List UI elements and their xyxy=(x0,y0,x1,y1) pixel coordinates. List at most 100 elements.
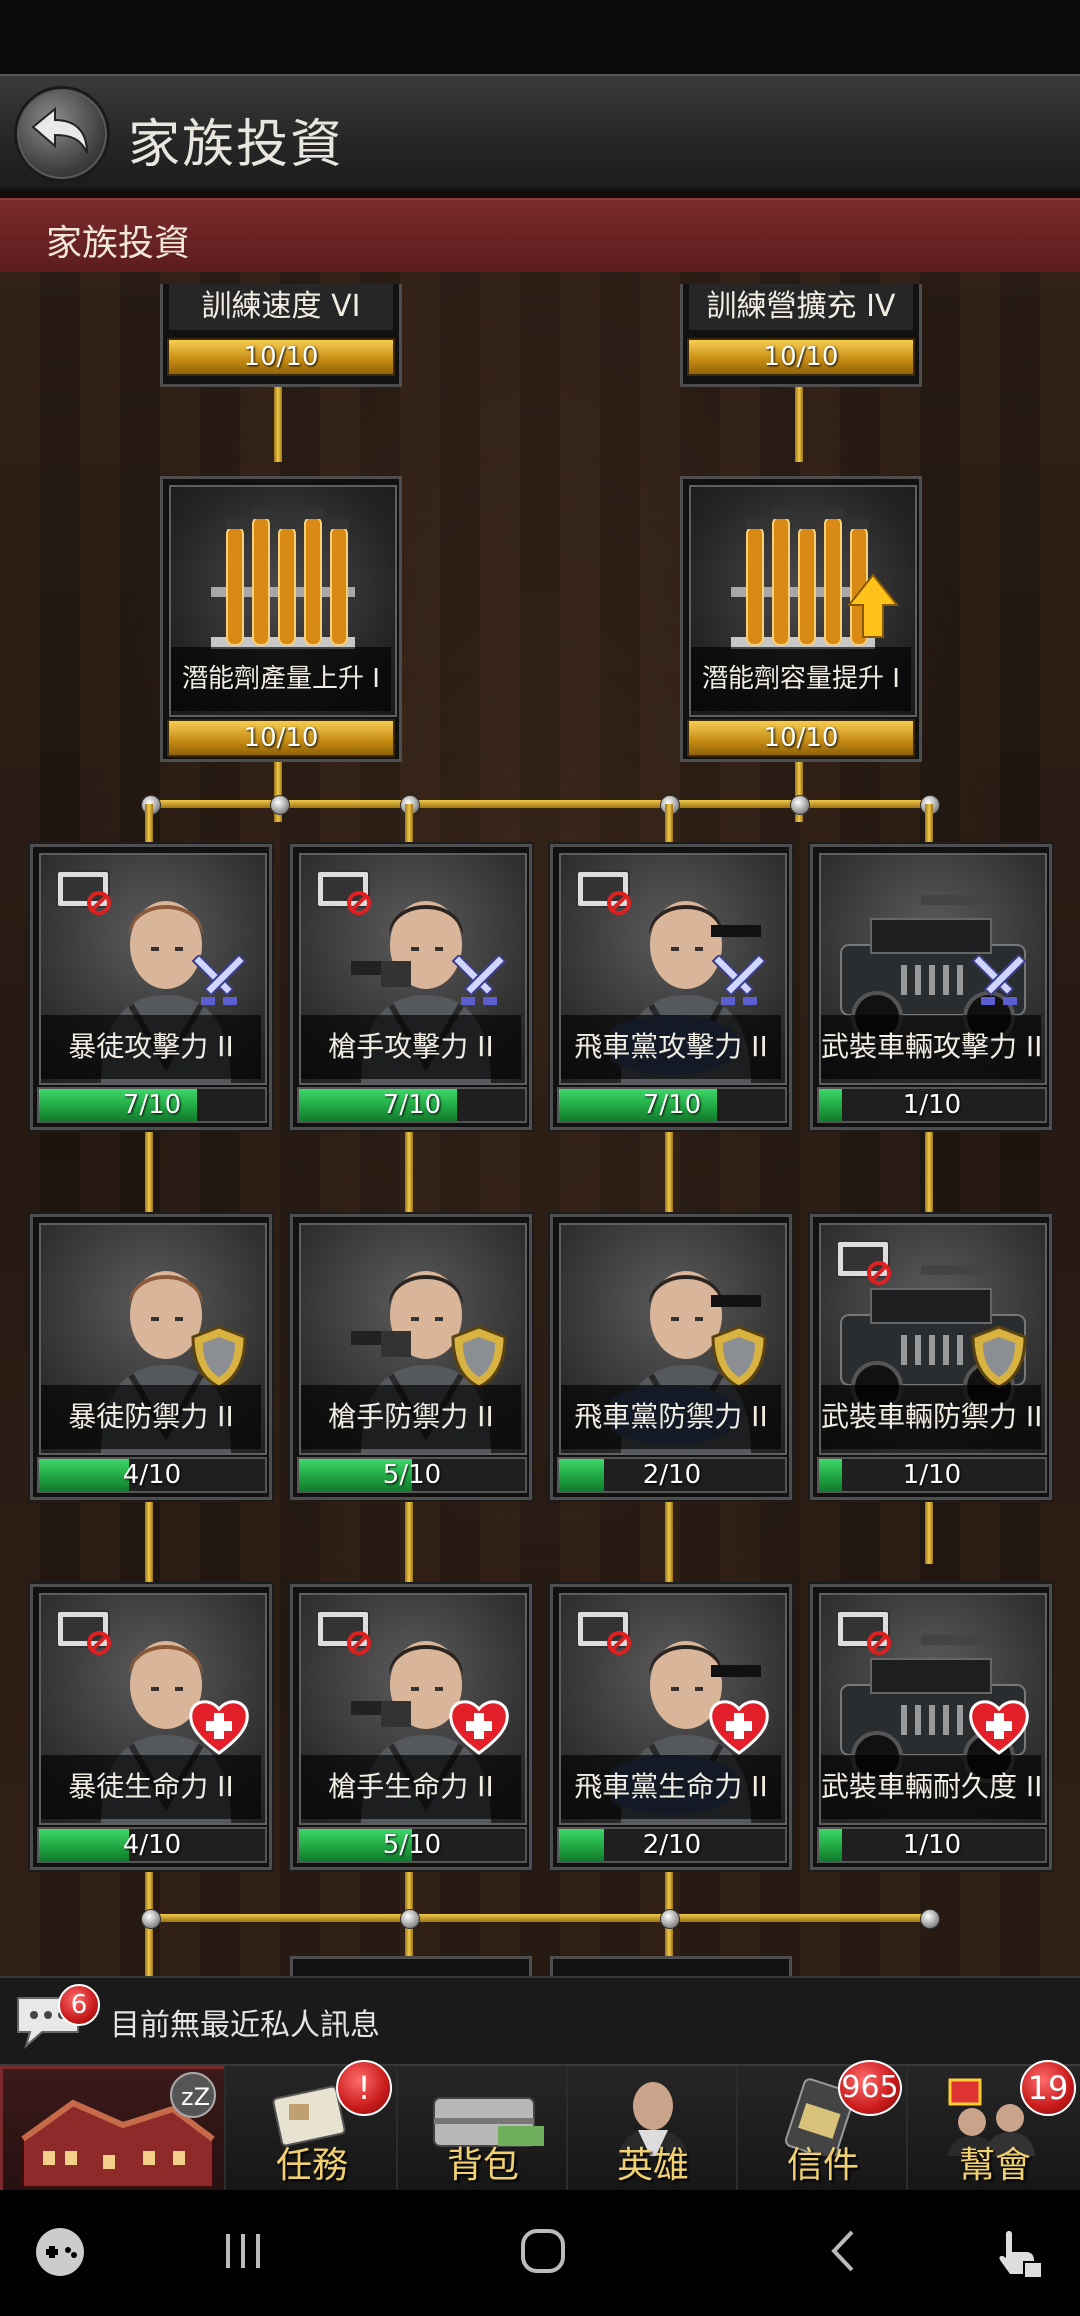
back-button[interactable] xyxy=(14,86,110,182)
tablet-icon xyxy=(576,870,631,915)
progress-bar: 2/10 xyxy=(557,1457,787,1493)
tech-card-name: 潛能劑容量提升 I xyxy=(691,647,911,711)
progress-bar: 7/10 xyxy=(37,1087,267,1123)
back-arrow-icon xyxy=(31,106,88,154)
page-title: 家族投資 xyxy=(128,115,345,175)
tech-card-name: 槍手防禦力 II xyxy=(301,1385,521,1449)
tech-tree[interactable]: 訓練速度 VI 10/10 訓練營擴充 IV 10/10 潛能劑產量上升 I 1… xyxy=(0,272,1080,1976)
tech-card-name: 暴徒生命力 II xyxy=(41,1755,261,1819)
crossed-swords-icon xyxy=(451,955,507,1005)
tech-card-name: 飛車黨防禦力 II xyxy=(561,1385,781,1449)
tech-card-thug-shield[interactable]: 暴徒防禦力 II 4/10 xyxy=(30,1214,272,1500)
progress-bar: 10/10 xyxy=(687,338,915,376)
progress-text: 7/10 xyxy=(382,1090,442,1120)
tree-node xyxy=(790,795,810,815)
game-controller-icon[interactable] xyxy=(34,2226,86,2278)
progress-bar: 10/10 xyxy=(687,719,915,757)
progress-bar: 10/10 xyxy=(167,338,395,376)
tech-card-name: 暴徒防禦力 II xyxy=(41,1385,261,1449)
tech-card-biker-swords[interactable]: 飛車黨攻擊力 II 7/10 xyxy=(550,844,792,1130)
nav-badge: 19 xyxy=(1020,2060,1076,2116)
shield-icon xyxy=(451,1325,507,1389)
bottom-nav: zZ 任務! 背包 英雄 信件 965 幫會 19 xyxy=(0,2060,1080,2198)
tech-card-thug-heart[interactable]: 暴徒生命力 II 4/10 xyxy=(30,1584,272,1870)
tech-card-biker-heart[interactable]: 飛車黨生命力 II 2/10 xyxy=(550,1584,792,1870)
progress-text: 1/10 xyxy=(902,1830,962,1860)
tech-card-name: 潛能劑產量上升 I xyxy=(171,647,391,711)
tech-card-potion-output[interactable]: 潛能劑產量上升 I 10/10 xyxy=(160,476,402,762)
section-title: 家族投資 xyxy=(46,223,191,264)
progress-text: 1/10 xyxy=(902,1090,962,1120)
progress-text: 5/10 xyxy=(382,1460,442,1490)
message-preview: 目前無最近私人訊息 xyxy=(110,2008,380,2043)
home-icon[interactable] xyxy=(518,2226,568,2276)
tech-card-thug-swords[interactable]: 暴徒攻擊力 II 7/10 xyxy=(30,844,272,1130)
unread-message-badge: 6 xyxy=(58,1984,100,2026)
nav-gang-button[interactable]: 幫會 19 xyxy=(906,2060,1080,2192)
tech-card-vehicle-heart[interactable]: 武裝車輛耐久度 II 1/10 xyxy=(810,1584,1052,1870)
tree-connector xyxy=(795,382,803,462)
private-message-bar[interactable]: 6 目前無最近私人訊息 xyxy=(0,1976,1080,2066)
progress-bar: 10/10 xyxy=(167,719,395,757)
shield-icon xyxy=(971,1325,1027,1389)
progress-text: 2/10 xyxy=(642,1830,702,1860)
tech-card-gunner-swords[interactable]: 槍手攻擊力 II 7/10 xyxy=(290,844,532,1130)
touch-lock-icon[interactable] xyxy=(990,2226,1046,2282)
progress-bar: 1/10 xyxy=(817,1457,1047,1493)
crossed-swords-icon xyxy=(191,955,247,1005)
tech-card-vehicle-swords[interactable]: 武裝車輛攻擊力 II 1/10 xyxy=(810,844,1052,1130)
progress-bar: 1/10 xyxy=(817,1827,1047,1863)
tech-card-biker-shield[interactable]: 飛車黨防禦力 II 2/10 xyxy=(550,1214,792,1500)
mansion-icon: zZ xyxy=(21,2072,216,2188)
system-nav-bar xyxy=(0,2190,1080,2316)
progress-text: 4/10 xyxy=(122,1460,182,1490)
nav-label: 幫會 xyxy=(958,2145,1031,2186)
tablet-icon xyxy=(316,1610,371,1655)
tech-card-camp-expansion[interactable]: 訓練營擴充 IV 10/10 xyxy=(680,284,922,387)
tech-card-gunner-heart[interactable]: 槍手生命力 II 5/10 xyxy=(290,1584,532,1870)
nav-badge: ! xyxy=(336,2060,392,2116)
tech-card-name: 飛車黨生命力 II xyxy=(561,1755,781,1819)
progress-text: 1/10 xyxy=(902,1460,962,1490)
tech-card-partial[interactable] xyxy=(550,1956,792,1976)
title-bar: 家族投資 xyxy=(0,74,1080,191)
tech-card-gunner-shield[interactable]: 槍手防禦力 II 5/10 xyxy=(290,1214,532,1500)
nav-label: 信件 xyxy=(786,2145,859,2186)
progress-bar: 5/10 xyxy=(297,1827,527,1863)
nav-quest-button[interactable]: 任務! xyxy=(224,2060,398,2192)
tech-card-name: 槍手生命力 II xyxy=(301,1755,521,1819)
heart-plus-icon xyxy=(709,1700,769,1755)
tree-connector xyxy=(274,382,282,462)
tree-node xyxy=(270,795,290,815)
nav-label: 背包 xyxy=(446,2145,519,2186)
tech-card-name: 槍手攻擊力 II xyxy=(301,1015,521,1079)
nav-mail-button[interactable]: 信件 965 xyxy=(736,2060,908,2192)
tech-card-vehicle-shield[interactable]: 武裝車輛防禦力 II 1/10 xyxy=(810,1214,1052,1500)
tech-card-potion-capacity[interactable]: 潛能劑容量提升 I 10/10 xyxy=(680,476,922,762)
tablet-icon xyxy=(56,1610,111,1655)
nav-badge: 965 xyxy=(838,2060,902,2116)
recent-apps-icon[interactable] xyxy=(218,2226,268,2276)
crossed-swords-icon xyxy=(711,955,767,1005)
tablet-icon xyxy=(836,1240,891,1285)
tech-card-training-speed[interactable]: 訓練速度 VI 10/10 xyxy=(160,284,402,387)
progress-bar: 7/10 xyxy=(557,1087,787,1123)
tree-node xyxy=(660,1909,680,1929)
crossed-swords-icon xyxy=(971,955,1027,1005)
progress-bar: 4/10 xyxy=(37,1827,267,1863)
tech-card-partial[interactable] xyxy=(290,1956,532,1976)
nav-hero-button[interactable]: 英雄 xyxy=(566,2066,738,2192)
tech-card-name: 武裝車輛防禦力 II xyxy=(821,1385,1042,1449)
tree-node xyxy=(920,1909,940,1929)
tech-card-name: 訓練速度 VI xyxy=(169,284,393,330)
nav-briefcase-button[interactable]: 背包 xyxy=(396,2066,568,2192)
heart-plus-icon xyxy=(969,1700,1029,1755)
tree-connector xyxy=(150,800,930,808)
progress-text: 2/10 xyxy=(642,1460,702,1490)
shield-icon xyxy=(711,1325,767,1389)
back-icon[interactable] xyxy=(820,2226,870,2276)
tech-card-name: 武裝車輛攻擊力 II xyxy=(821,1015,1042,1079)
mansion-button[interactable]: zZ xyxy=(0,2066,230,2198)
tech-card-name: 暴徒攻擊力 II xyxy=(41,1015,261,1079)
tablet-icon xyxy=(56,870,111,915)
